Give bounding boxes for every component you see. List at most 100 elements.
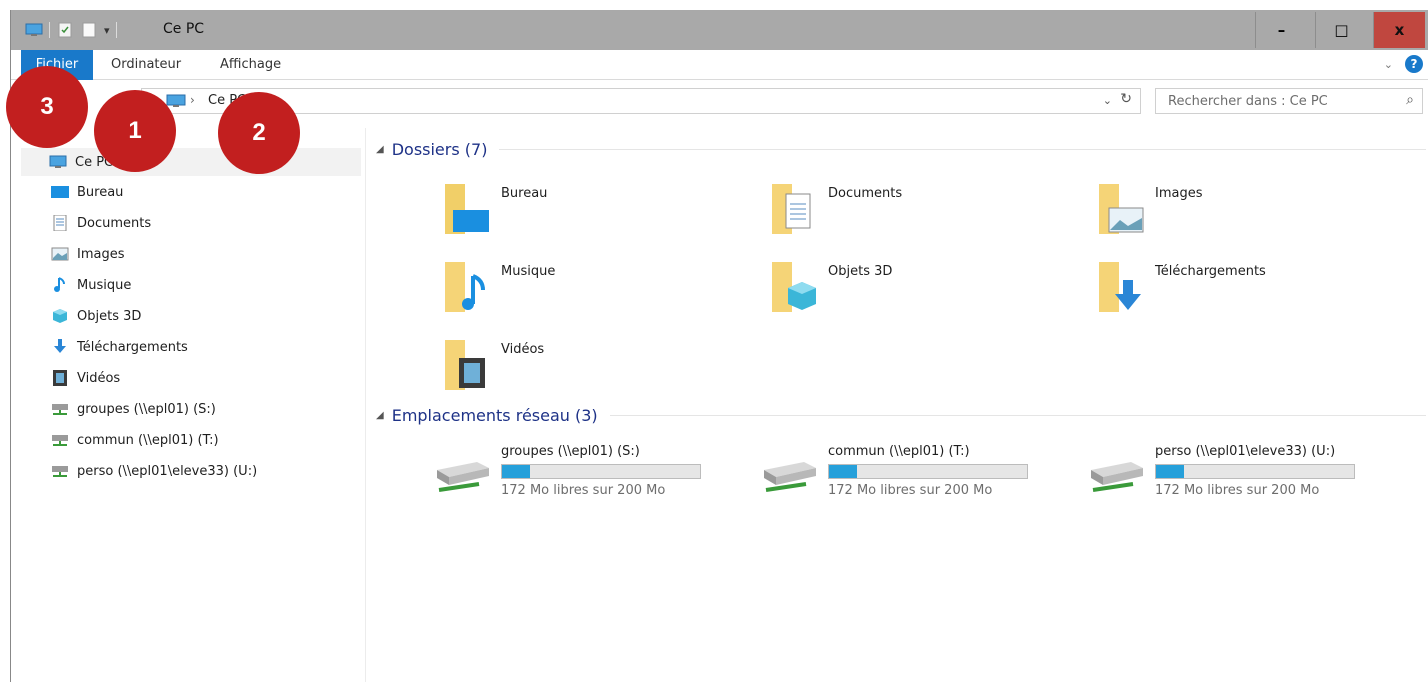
nav-item-label: perso (\\epl01\eleve33) (U:) <box>77 463 258 479</box>
nav-item-ce-pc[interactable]: Ce PC <box>21 148 361 176</box>
nav-item-documents[interactable]: Documents <box>51 209 151 237</box>
quick-access-toolbar: ▾ <box>25 20 117 40</box>
folder-objects-3d-icon <box>772 262 816 312</box>
folder-music-icon <box>445 262 485 312</box>
network-header-text: Emplacements réseau (3) <box>391 406 598 425</box>
window-title: Ce PC <box>163 21 205 37</box>
customize-toolbar-icon[interactable]: ▾ <box>104 24 110 37</box>
music-icon <box>54 277 65 292</box>
network-drive-icon <box>437 462 489 492</box>
nav-item-label: Objets 3D <box>77 308 142 324</box>
drive-name: commun (\\epl01) (T:) <box>828 444 970 459</box>
title-bar[interactable]: ▾ Ce PC – □ x <box>11 10 1428 50</box>
toolbar-separator <box>115 22 117 38</box>
drive-usage-bar <box>501 464 701 479</box>
nav-item-objets-3d[interactable]: Objets 3D <box>51 302 141 330</box>
maximize-button[interactable]: □ <box>1315 12 1367 48</box>
folder-desktop-icon <box>445 184 489 234</box>
downloads-icon <box>54 339 66 353</box>
drive-usage-bar <box>828 464 1028 479</box>
network-drive-icon <box>1091 462 1143 492</box>
network-drive-commun[interactable]: commun (\\epl01) (T:) 172 Mo libres sur … <box>760 444 1060 504</box>
maximize-icon: □ <box>1334 21 1349 39</box>
expand-ribbon-icon[interactable]: ⌄ <box>1384 58 1393 71</box>
collapse-triangle-icon[interactable]: ◢ <box>376 410 384 421</box>
nav-item-label: Musique <box>77 277 132 293</box>
drive-free-space: 172 Mo libres sur 200 Mo <box>501 483 666 498</box>
folder-tile-musique[interactable]: Musique <box>443 258 763 324</box>
folder-label: Bureau <box>501 186 548 201</box>
network-section-header[interactable]: ◢ Emplacements réseau (3) <box>376 406 1426 425</box>
folder-tile-videos[interactable]: Vidéos <box>443 336 763 402</box>
folder-tile-documents[interactable]: Documents <box>770 180 1090 246</box>
network-drive-icon <box>52 404 68 415</box>
drive-name: perso (\\epl01\eleve33) (U:) <box>1155 444 1336 459</box>
desktop-icon <box>51 186 69 198</box>
search-placeholder: Rechercher dans : Ce PC <box>1168 94 1328 109</box>
drive-usage-bar <box>1155 464 1355 479</box>
nav-item-videos[interactable]: Vidéos <box>51 364 120 392</box>
nav-item-label: commun (\\epl01) (T:) <box>77 432 219 448</box>
folders-header-text: Dossiers (7) <box>391 140 488 159</box>
nav-item-groupes-drive[interactable]: groupes (\\epl01) (S:) <box>51 395 216 423</box>
nav-item-label: Documents <box>77 215 152 231</box>
network-drive-perso[interactable]: perso (\\epl01\eleve33) (U:) 172 Mo libr… <box>1087 444 1387 504</box>
drive-free-space: 172 Mo libres sur 200 Mo <box>828 483 993 498</box>
drive-usage-fill <box>1156 465 1184 478</box>
section-divider <box>609 415 1426 416</box>
videos-icon <box>53 370 67 386</box>
network-drive-groupes[interactable]: groupes (\\epl01) (S:) 172 Mo libres sur… <box>433 444 733 504</box>
close-button[interactable]: x <box>1373 12 1425 48</box>
nav-item-perso-drive[interactable]: perso (\\epl01\eleve33) (U:) <box>51 457 257 485</box>
computer-icon[interactable] <box>25 22 43 38</box>
annotation-badge-2: 2 <box>218 92 300 174</box>
properties-icon[interactable] <box>56 22 74 38</box>
folder-documents-icon <box>772 184 811 234</box>
annotation-badge-1: 1 <box>94 90 176 172</box>
tab-ordinateur[interactable]: Ordinateur <box>111 50 181 80</box>
section-divider <box>499 149 1426 150</box>
computer-icon <box>166 94 186 107</box>
network-drive-icon <box>52 435 68 446</box>
annotation-badge-3: 3 <box>6 66 88 148</box>
nav-item-label: Bureau <box>77 184 124 200</box>
folder-tile-bureau[interactable]: Bureau <box>443 180 763 246</box>
collapse-triangle-icon[interactable]: ◢ <box>376 144 384 155</box>
folder-tile-telechargements[interactable]: Téléchargements <box>1097 258 1417 324</box>
search-icon[interactable]: ⌕ <box>1406 92 1414 108</box>
drive-usage-fill <box>502 465 530 478</box>
navigation-pane: Ce PC Bureau Documents Images Musique Ob… <box>11 128 366 682</box>
folder-tile-objets-3d[interactable]: Objets 3D <box>770 258 1090 324</box>
nav-item-commun-drive[interactable]: commun (\\epl01) (T:) <box>51 426 219 454</box>
nav-item-images[interactable]: Images <box>51 240 125 268</box>
minimize-button[interactable]: – <box>1255 12 1307 48</box>
breadcrumb-separator: › <box>190 93 195 107</box>
folder-tile-images[interactable]: Images <box>1097 180 1417 246</box>
nav-item-musique[interactable]: Musique <box>51 271 131 299</box>
nav-item-label: groupes (\\epl01) (S:) <box>77 401 216 417</box>
tab-affichage[interactable]: Affichage <box>220 50 281 80</box>
new-folder-icon[interactable] <box>80 22 98 38</box>
file-explorer-window: ▾ Ce PC – □ x Fichier Ordinateur Afficha… <box>10 10 1428 682</box>
folder-label: Images <box>1155 186 1203 201</box>
close-icon: x <box>1394 21 1405 39</box>
folder-label: Objets 3D <box>828 264 893 279</box>
drive-free-space: 172 Mo libres sur 200 Mo <box>1155 483 1320 498</box>
drive-name: groupes (\\epl01) (S:) <box>501 444 640 459</box>
folder-images-icon <box>1099 184 1144 234</box>
computer-icon <box>49 155 67 168</box>
address-dropdown-icon[interactable]: ⌄ <box>1103 94 1112 107</box>
folder-label: Téléchargements <box>1155 264 1266 279</box>
documents-icon <box>53 215 67 231</box>
nav-item-bureau[interactable]: Bureau <box>51 178 123 206</box>
refresh-icon[interactable]: ↻ <box>1120 91 1132 107</box>
nav-item-telechargements[interactable]: Téléchargements <box>51 333 188 361</box>
objects-3d-icon <box>53 309 67 323</box>
nav-item-label: Images <box>77 246 125 262</box>
help-icon[interactable]: ? <box>1405 55 1423 73</box>
folders-section-header[interactable]: ◢ Dossiers (7) <box>376 140 1426 159</box>
network-drive-icon <box>764 462 816 492</box>
search-input[interactable]: Rechercher dans : Ce PC ⌕ <box>1155 88 1423 114</box>
folder-downloads-icon <box>1099 262 1141 312</box>
folder-videos-icon <box>445 340 485 390</box>
